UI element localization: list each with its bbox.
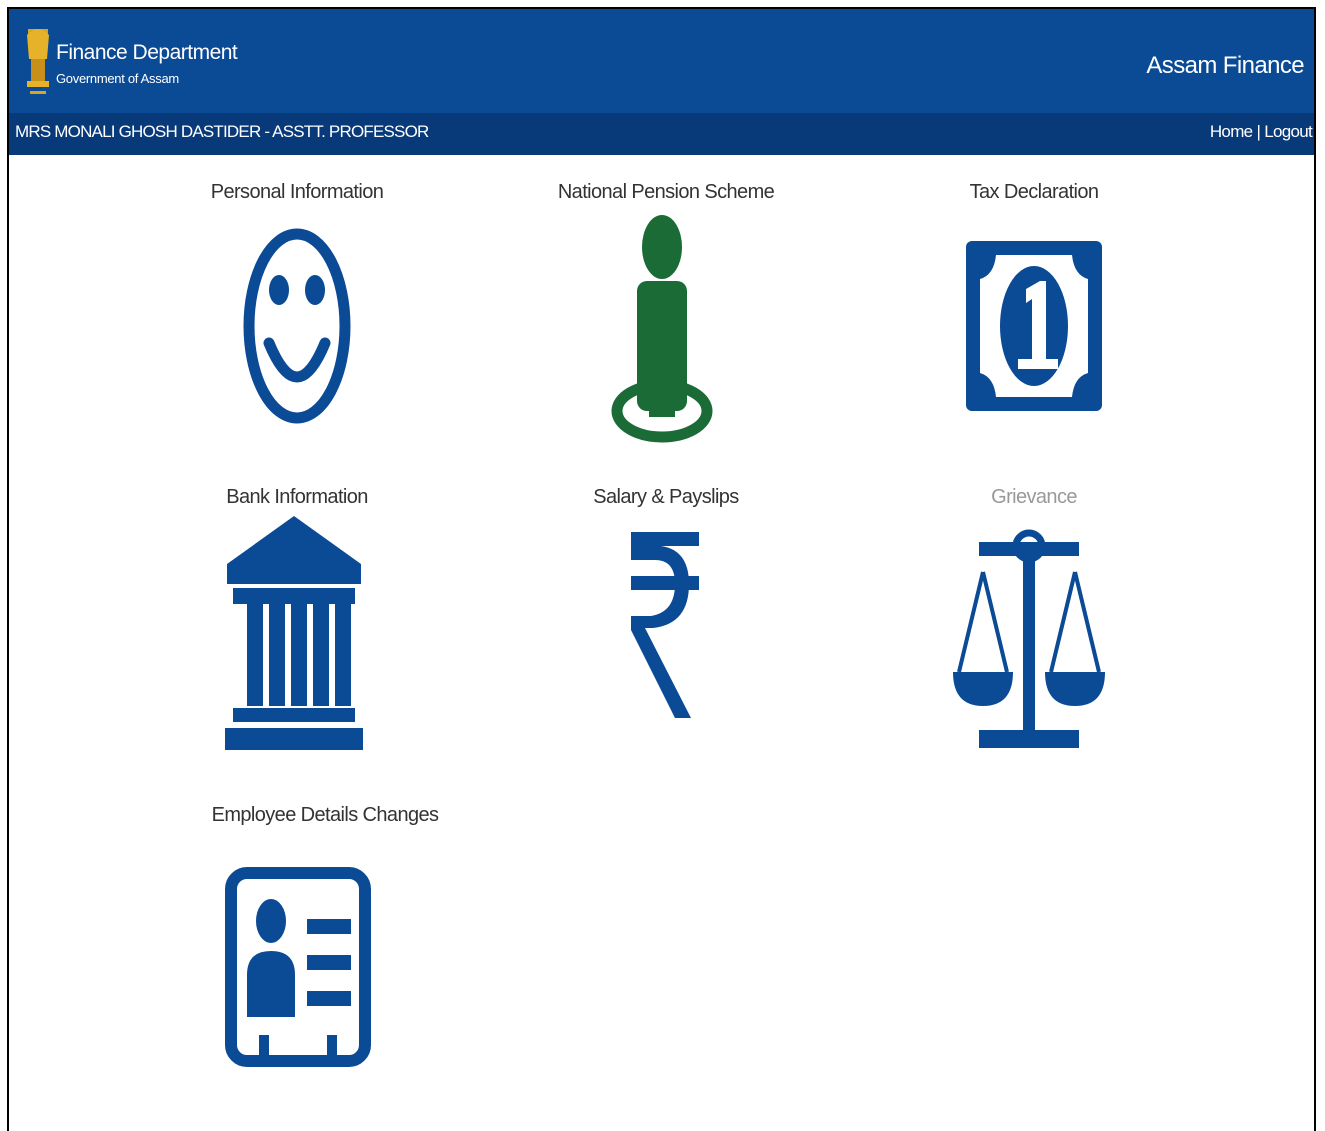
nav-separator: | [1256,122,1261,141]
tile-label-grievance[interactable]: Grievance [991,486,1077,509]
department-title: Finance Department [56,41,238,64]
id-card-icon[interactable] [225,867,371,1067]
department-subtitle: Government of Assam [56,71,179,86]
tile-label-bank-information[interactable]: Bank Information [226,486,368,509]
app-frame: Finance Department Government of Assam A… [7,7,1316,1131]
tile-label-personal-information[interactable]: Personal Information [211,181,384,204]
logout-link[interactable]: Logout [1264,122,1312,141]
bank-building-icon[interactable] [225,516,363,750]
currency-note-icon[interactable] [966,241,1102,411]
rupee-icon[interactable] [631,532,699,722]
scales-of-justice-icon[interactable] [951,524,1107,752]
person-standing-icon[interactable] [607,211,717,445]
brand-title: Assam Finance [1146,52,1304,79]
user-name: MRS MONALI GHOSH DASTIDER - ASSTT. PROFE… [15,122,429,141]
nav-links: Home | Logout [1210,122,1313,142]
state-emblem-icon [27,29,49,94]
smiley-face-icon[interactable] [242,225,352,427]
tile-label-tax-declaration[interactable]: Tax Declaration [970,181,1099,204]
tile-label-national-pension-scheme[interactable]: National Pension Scheme [558,181,775,204]
tile-label-salary-payslips[interactable]: Salary & Payslips [593,486,739,509]
tile-label-employee-details-changes[interactable]: Employee Details Changes [212,804,439,827]
home-link[interactable]: Home [1210,122,1253,141]
top-header: Finance Department Government of Assam A… [9,9,1314,113]
